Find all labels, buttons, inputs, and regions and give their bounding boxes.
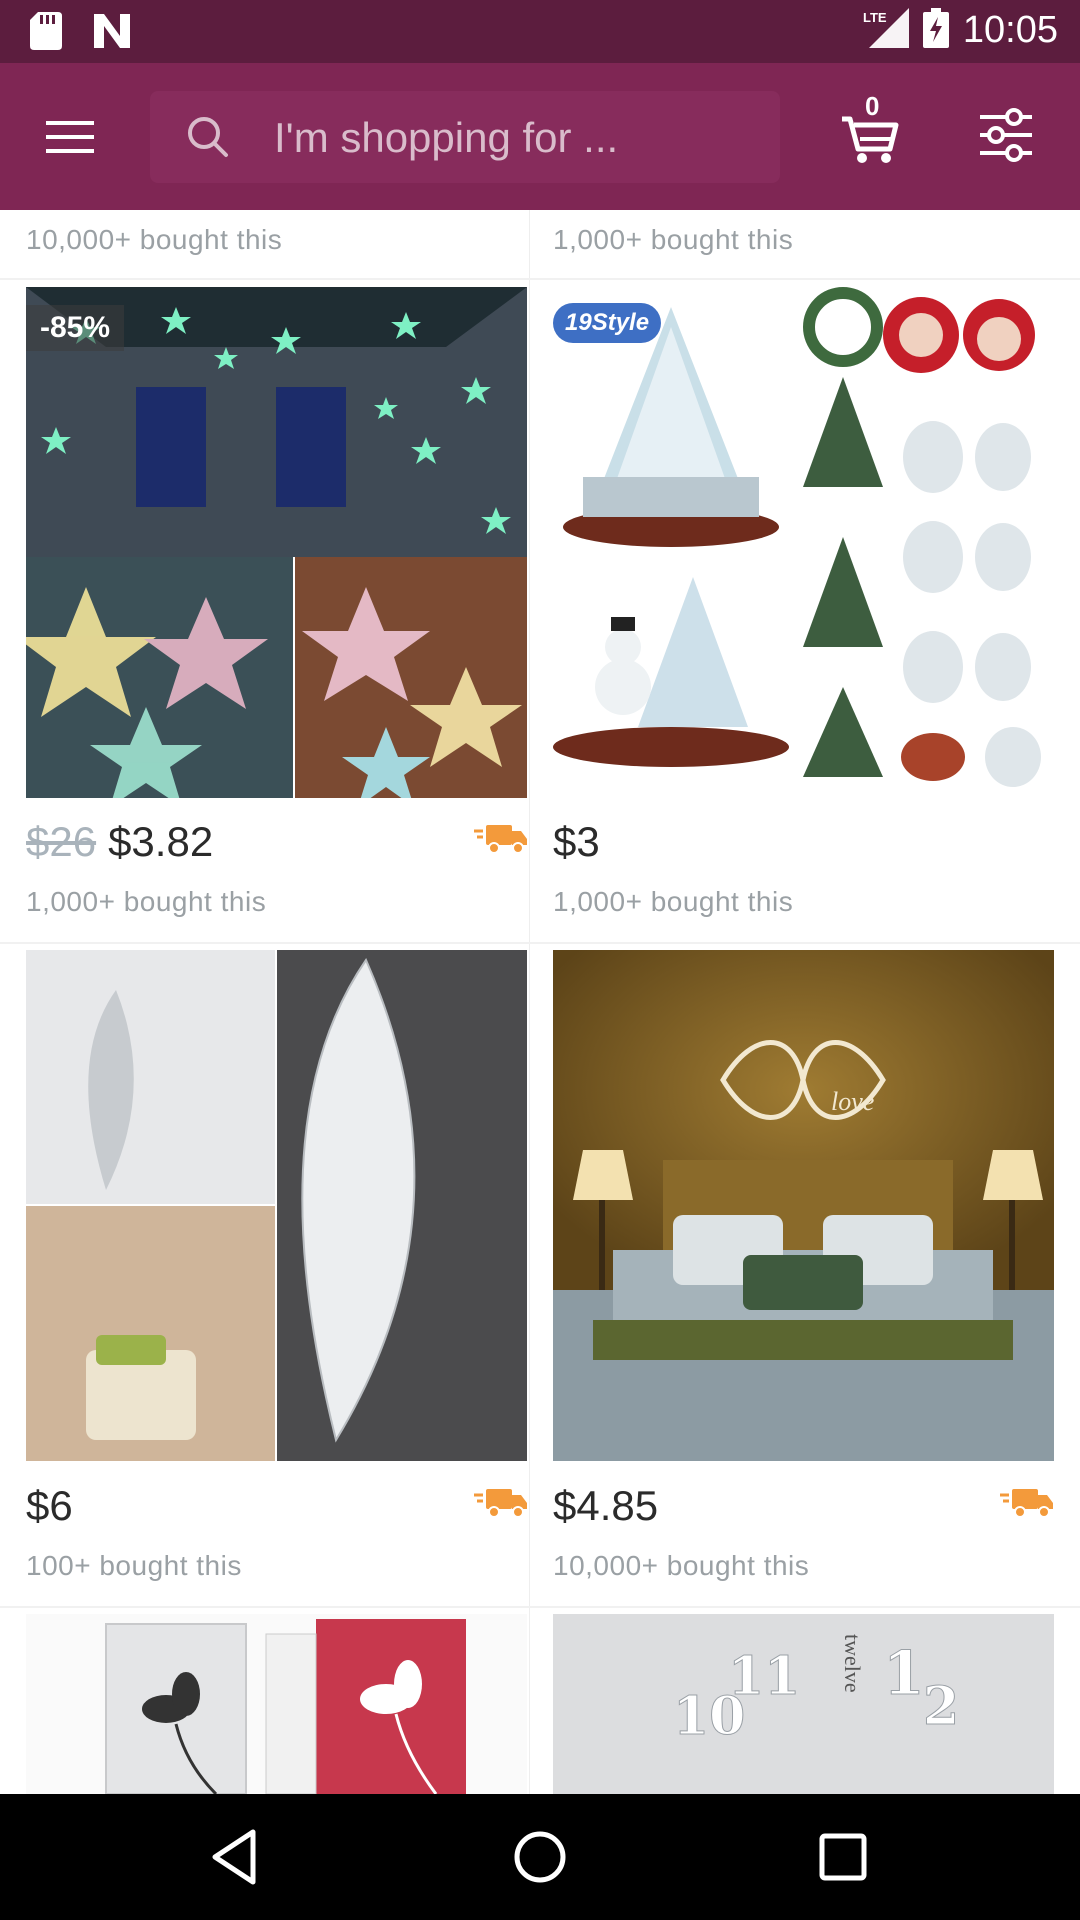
back-triangle-icon (212, 1829, 256, 1885)
price: $4.85 (553, 1482, 659, 1529)
bought-count: 100+ bought this (26, 1550, 242, 1581)
price: $3.82 (108, 818, 214, 865)
menu-button[interactable] (42, 109, 98, 165)
search-input[interactable] (272, 109, 756, 167)
system-navigation-bar (0, 1794, 1080, 1920)
row-divider (0, 1606, 1080, 1608)
lte-signal-icon: LTE (863, 8, 909, 53)
svg-text:11: 11 (728, 1646, 800, 1707)
price-row: $6 (26, 1482, 73, 1530)
back-button[interactable] (203, 1824, 269, 1890)
price-row: $26 $3.82 (26, 818, 213, 866)
price: $3 (553, 818, 600, 865)
svg-text:love: love (831, 1087, 874, 1116)
filter-sliders-icon (980, 108, 1032, 162)
product-image[interactable]: -85% (26, 287, 527, 798)
product-feed[interactable]: 10,000+ bought this 1,000+ bought this -… (0, 210, 1080, 1794)
n-notification-icon (92, 14, 132, 53)
status-bar: LTE 10:05 (0, 0, 1080, 63)
product-image[interactable] (26, 1614, 527, 1794)
product-image[interactable] (26, 950, 527, 1461)
column-divider (529, 210, 530, 1794)
price-row: $3 (553, 818, 600, 866)
svg-text:LTE: LTE (863, 10, 887, 25)
row-divider (0, 278, 1080, 280)
search-icon (186, 115, 230, 164)
cart-button[interactable]: 0 (840, 91, 900, 165)
product-image[interactable]: 10 11 1 2 twelve (553, 1614, 1054, 1794)
home-button[interactable] (507, 1824, 573, 1890)
hamburger-menu-icon (46, 121, 94, 153)
shipping-truck-icon (474, 1487, 528, 1519)
cart-count-badge: 0 (865, 91, 880, 121)
bought-count: 1,000+ bought this (26, 886, 267, 917)
search-bar[interactable] (150, 91, 780, 183)
price: $6 (26, 1482, 73, 1529)
product-image[interactable]: love (553, 950, 1054, 1461)
style-count-badge: 19Style (553, 303, 662, 343)
bought-count: 1,000+ bought this (553, 886, 794, 917)
sd-card-icon (30, 12, 62, 55)
bought-count: 10,000+ bought this (26, 224, 283, 255)
row-divider (0, 942, 1080, 944)
shipping-truck-icon (1000, 1487, 1054, 1519)
bought-count: 1,000+ bought this (553, 224, 794, 255)
recents-button[interactable] (810, 1824, 876, 1890)
battery-charging-icon (922, 8, 949, 53)
discount-badge: -85% (26, 305, 125, 351)
svg-text:twelve: twelve (840, 1634, 865, 1693)
svg-text:2: 2 (923, 1676, 959, 1737)
filter-button[interactable] (978, 107, 1034, 163)
app-bar: 0 (0, 63, 1080, 210)
original-price: $26 (26, 818, 97, 865)
price-row: $4.85 (553, 1482, 658, 1530)
bought-count: 10,000+ bought this (553, 1550, 810, 1581)
shipping-truck-icon (474, 823, 528, 855)
svg-text:1: 1 (883, 1639, 925, 1709)
product-image[interactable]: 19Style (553, 287, 1054, 798)
clock: 10:05 (962, 9, 1058, 51)
home-circle-icon (514, 1831, 566, 1883)
recents-square-icon (819, 1833, 867, 1881)
